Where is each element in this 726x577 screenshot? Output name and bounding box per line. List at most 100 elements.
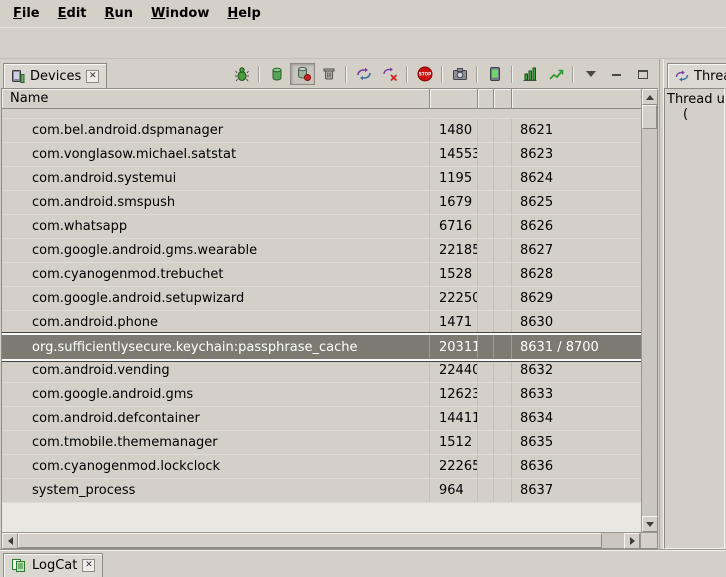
column-header-pid[interactable] [430, 89, 478, 109]
debug-process-icon[interactable] [229, 63, 254, 85]
scroll-left-button[interactable] [2, 533, 18, 549]
port-cell: 8634 [512, 407, 641, 430]
pid-cell: 1471 [430, 311, 478, 334]
pid-cell: 1480 [430, 119, 478, 142]
column-header-small-1[interactable] [478, 89, 494, 109]
port-cell: 8632 [512, 359, 641, 382]
table-row[interactable]: com.google.android.gms.wearable 22185 86… [2, 239, 641, 263]
menu-item-label: Help [227, 6, 260, 21]
device-rows: com.bel.android.dspmanager 1480 8621 com… [2, 109, 641, 532]
tab-devices-label: Devices [30, 69, 81, 84]
scroll-right-button[interactable] [624, 533, 640, 549]
close-icon[interactable]: ✕ [86, 70, 99, 83]
table-row[interactable]: com.android.phone 1471 8630 [2, 311, 641, 335]
empty-cell [478, 239, 494, 262]
empty-cell [494, 143, 512, 166]
main-area: Devices ✕ [0, 59, 726, 549]
menu-item[interactable]: File [4, 3, 49, 24]
table-row[interactable]: com.vonglasow.michael.satstat 14553 8623 [2, 143, 641, 167]
port-cell: 8630 [512, 311, 641, 334]
table-row[interactable]: com.cyanogenmod.lockclock 22265 8636 [2, 455, 641, 479]
table-row[interactable]: com.android.vending 22440 8632 [2, 359, 641, 383]
scroll-up-button[interactable] [642, 89, 658, 105]
port-cell: 8627 [512, 239, 641, 262]
toolbar-separator [572, 66, 574, 83]
port-cell: 8621 [512, 119, 641, 142]
empty-cell [478, 263, 494, 286]
stop-process-icon[interactable]: STOP [412, 63, 437, 85]
scroll-down-button[interactable] [642, 516, 658, 532]
empty-cell [478, 479, 494, 502]
device-view-icon[interactable] [482, 63, 507, 85]
column-header-name[interactable]: Name [2, 89, 430, 109]
pid-cell: 20311 [430, 335, 478, 359]
horizontal-scroll-track[interactable] [602, 533, 624, 548]
table-row[interactable]: com.cyanogenmod.trebuchet 1528 8628 [2, 263, 641, 287]
ddms-window: File Edit Run Window Help [0, 0, 726, 577]
pid-cell: 1512 [430, 431, 478, 454]
port-cell: 8624 [512, 167, 641, 190]
empty-cell [494, 167, 512, 190]
cause-gc-icon[interactable] [316, 63, 341, 85]
table-row[interactable]: com.android.defcontainer 14411 8634 [2, 407, 641, 431]
menu-item[interactable]: Help [218, 3, 269, 24]
empty-cell [494, 311, 512, 334]
table-row[interactable]: com.google.android.gms 12623 8633 [2, 383, 641, 407]
allocation-stats-icon[interactable] [517, 63, 542, 85]
toolbar-separator [476, 66, 478, 83]
dump-hprof-icon[interactable] [290, 63, 315, 85]
process-name-cell: com.google.android.gms [2, 383, 430, 406]
devices-toolbar: STOP [229, 63, 659, 88]
tab-logcat[interactable]: LogCat ✕ [3, 553, 103, 577]
menu-item[interactable]: Edit [49, 3, 96, 24]
table-row[interactable]: com.android.systemui 1195 8624 [2, 167, 641, 191]
vertical-scroll-track[interactable] [642, 129, 657, 516]
menu-item[interactable]: Window [142, 3, 218, 24]
empty-cell [494, 191, 512, 214]
port-cell: 8623 [512, 143, 641, 166]
bottom-tab-bar: LogCat ✕ [0, 549, 726, 577]
menu-item[interactable]: Run [96, 3, 143, 24]
empty-cell [478, 191, 494, 214]
toolbar-separator [406, 66, 408, 83]
table-row[interactable]: com.google.android.setupwizard 22250 862… [2, 287, 641, 311]
tab-threads[interactable]: Threads [667, 63, 726, 88]
table-row[interactable]: com.android.smspush 1679 8625 [2, 191, 641, 215]
process-name-cell: com.android.vending [2, 359, 430, 382]
port-cell: 8628 [512, 263, 641, 286]
horizontal-scroll-thumb[interactable] [18, 533, 602, 548]
pid-cell: 22185 [430, 239, 478, 262]
vertical-scroll-thumb[interactable] [642, 105, 657, 129]
table-header: Name [2, 89, 641, 109]
stop-method-profiling-icon[interactable] [377, 63, 402, 85]
minimize-icon[interactable] [604, 63, 629, 85]
table-row[interactable]: com.bel.android.dspmanager 1480 8621 [2, 119, 641, 143]
empty-cell [478, 287, 494, 310]
update-threads-icon[interactable] [351, 63, 376, 85]
empty-cell [494, 239, 512, 262]
update-heap-icon[interactable] [264, 63, 289, 85]
table-row[interactable]: system_process 964 8637 [2, 479, 641, 503]
menu-item-label: File [13, 6, 40, 21]
table-row[interactable]: com.whatsapp 6716 8626 [2, 215, 641, 239]
column-header-port[interactable] [512, 89, 641, 109]
process-name-cell: com.cyanogenmod.lockclock [2, 455, 430, 478]
screen-capture-icon[interactable] [447, 63, 472, 85]
port-cell: 8626 [512, 215, 641, 238]
devices-table: Name com.bel.android.dspmanager [1, 88, 658, 549]
view-menu-icon[interactable] [578, 63, 603, 85]
vertical-scrollbar[interactable] [641, 89, 657, 532]
column-header-small-2[interactable] [494, 89, 512, 109]
table-row[interactable]: org.sufficientlysecure.keychain:passphra… [2, 335, 641, 359]
horizontal-scrollbar[interactable] [2, 532, 657, 548]
tab-devices[interactable]: Devices ✕ [3, 63, 107, 88]
pid-cell: 1195 [430, 167, 478, 190]
main-toolbar-strip [0, 27, 726, 59]
table-row[interactable]: com.tmobile.thememanager 1512 8635 [2, 431, 641, 455]
close-icon[interactable]: ✕ [82, 559, 95, 572]
menu-item-label: Run [105, 6, 134, 21]
maximize-icon[interactable] [630, 63, 655, 85]
network-stats-icon[interactable] [543, 63, 568, 85]
partial-row [2, 109, 641, 119]
process-name-cell: com.google.android.setupwizard [2, 287, 430, 310]
